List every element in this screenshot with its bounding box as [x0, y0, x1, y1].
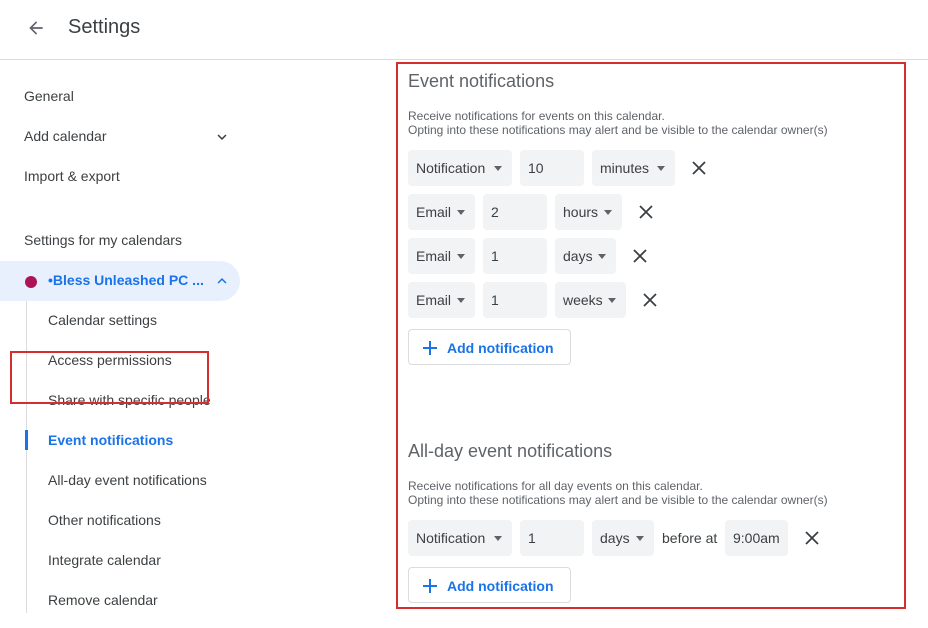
- section-title-allday-notifications: All-day event notifications: [408, 441, 613, 461]
- plus-icon: [423, 579, 437, 593]
- dropdown-caret-icon: [494, 536, 502, 541]
- select-value: Email: [416, 292, 452, 308]
- dropdown-caret-icon: [657, 166, 665, 171]
- dropdown-caret-icon: [494, 166, 502, 171]
- allday-notification-type-select[interactable]: Notification: [408, 520, 512, 556]
- notification-amount-input[interactable]: 1: [483, 238, 547, 274]
- section-desc-line2: Opting into these notifications may aler…: [408, 123, 828, 137]
- dropdown-caret-icon: [636, 536, 644, 541]
- sidebar-item-allday-notifications[interactable]: All-day event notifications: [48, 472, 207, 488]
- select-value: Notification: [416, 160, 486, 176]
- select-value: minutes: [600, 160, 650, 176]
- page-title: Settings: [68, 16, 141, 38]
- sidebar-item-add-calendar[interactable]: Add calendar: [24, 128, 107, 144]
- active-indicator: [25, 430, 28, 450]
- sidebar: General Add calendar Import & export Set…: [0, 61, 250, 628]
- plus-icon: [423, 341, 437, 355]
- section-desc-line2: Opting into these notifications may aler…: [408, 493, 828, 507]
- sidebar-item-other-notifications[interactable]: Other notifications: [48, 512, 161, 528]
- add-notification-label: Add notification: [447, 578, 554, 594]
- chevron-up-icon[interactable]: [212, 271, 232, 291]
- dropdown-caret-icon: [457, 298, 465, 303]
- notification-unit-select[interactable]: days: [555, 238, 616, 274]
- add-notification-label: Add notification: [447, 340, 554, 356]
- app-header: Settings: [0, 0, 928, 60]
- select-value: weeks: [563, 292, 603, 308]
- dropdown-caret-icon: [604, 210, 612, 215]
- dropdown-caret-icon: [598, 254, 606, 259]
- sidebar-item-calendar-settings[interactable]: Calendar settings: [48, 312, 157, 328]
- add-notification-button[interactable]: Add notification: [408, 329, 571, 365]
- allday-notification-amount-input[interactable]: 1: [520, 520, 584, 556]
- add-allday-notification-button[interactable]: Add notification: [408, 567, 571, 603]
- allday-time-input[interactable]: 9:00am: [725, 520, 788, 556]
- notification-unit-select[interactable]: hours: [555, 194, 622, 230]
- notification-unit-select[interactable]: weeks: [555, 282, 626, 318]
- notification-amount-input[interactable]: 10: [520, 150, 584, 186]
- remove-notification-icon[interactable]: [628, 244, 652, 268]
- select-value: Notification: [416, 530, 486, 546]
- sidebar-item-import-export[interactable]: Import & export: [24, 168, 120, 184]
- allday-notification-unit-select[interactable]: days: [592, 520, 654, 556]
- select-value: days: [563, 248, 593, 264]
- remove-notification-icon[interactable]: [634, 200, 658, 224]
- select-value: hours: [563, 204, 599, 220]
- notification-type-select[interactable]: Notification: [408, 150, 512, 186]
- notification-unit-select[interactable]: minutes: [592, 150, 675, 186]
- notification-amount-input[interactable]: 2: [483, 194, 547, 230]
- section-desc-line1: Receive notifications for all day events…: [408, 479, 703, 493]
- remove-notification-icon[interactable]: [687, 156, 711, 180]
- section-desc-line1: Receive notifications for events on this…: [408, 109, 665, 123]
- select-value: days: [600, 530, 630, 546]
- sidebar-section-label: Settings for my calendars: [24, 232, 182, 248]
- notification-type-select[interactable]: Email: [408, 238, 475, 274]
- tree-line: [26, 301, 27, 613]
- notification-amount-input[interactable]: 1: [483, 282, 547, 318]
- sidebar-calendar-selected[interactable]: •Bless Unleashed PC ...: [0, 261, 240, 301]
- remove-notification-icon[interactable]: [638, 288, 662, 312]
- chevron-down-icon[interactable]: [212, 127, 232, 147]
- calendar-name: •Bless Unleashed PC ...: [48, 272, 204, 288]
- sidebar-item-remove-calendar[interactable]: Remove calendar: [48, 592, 158, 608]
- sidebar-item-event-notifications[interactable]: Event notifications: [48, 432, 173, 448]
- remove-notification-icon[interactable]: [800, 526, 824, 550]
- notification-type-select[interactable]: Email: [408, 282, 475, 318]
- section-title-event-notifications: Event notifications: [408, 71, 555, 91]
- back-arrow-icon[interactable]: [22, 14, 50, 42]
- sidebar-item-integrate-calendar[interactable]: Integrate calendar: [48, 552, 161, 568]
- notification-type-select[interactable]: Email: [408, 194, 475, 230]
- sidebar-item-general[interactable]: General: [24, 88, 74, 104]
- dropdown-caret-icon: [457, 254, 465, 259]
- select-value: Email: [416, 204, 452, 220]
- highlight-box-sidebar: [10, 351, 209, 404]
- dropdown-caret-icon: [608, 298, 616, 303]
- before-at-label: before at: [662, 530, 718, 546]
- dropdown-caret-icon: [457, 210, 465, 215]
- calendar-color-dot: [25, 276, 37, 288]
- select-value: Email: [416, 248, 452, 264]
